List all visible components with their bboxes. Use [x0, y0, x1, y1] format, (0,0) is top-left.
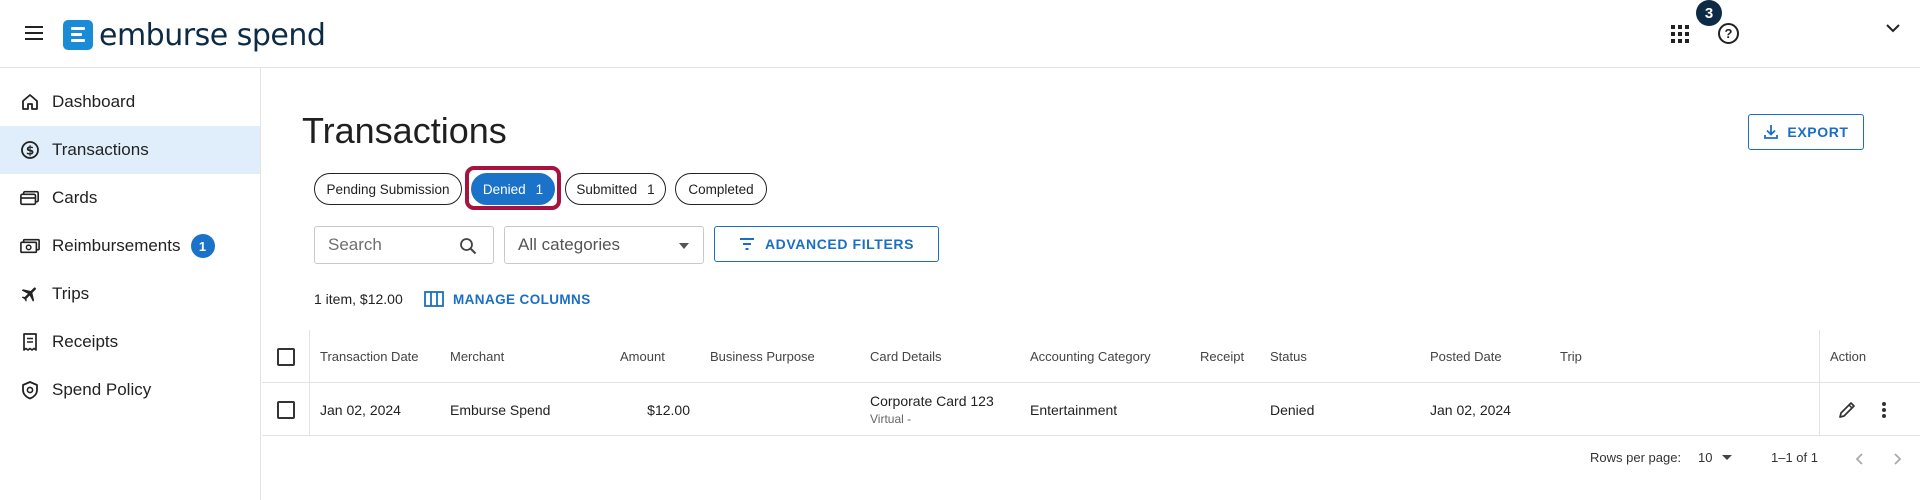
sidebar-item-transactions[interactable]: $ Transactions	[0, 126, 260, 174]
sidebar-item-label: Receipts	[52, 332, 119, 351]
caret-down-icon	[1722, 455, 1733, 460]
dollar-circle-icon: $	[20, 140, 40, 160]
row-checkbox-cell	[277, 383, 295, 436]
advanced-filters-label: ADVANCED FILTERS	[764, 236, 915, 252]
cell-action	[1836, 383, 1858, 436]
hamburger-menu-icon[interactable]	[22, 22, 50, 46]
category-select[interactable]: All categories	[504, 226, 704, 264]
cell-merchant: Emburse Spend	[450, 401, 551, 418]
shield-icon	[20, 380, 40, 400]
edit-pencil-icon[interactable]	[1836, 399, 1858, 421]
column-header[interactable]: Card Details	[870, 330, 942, 383]
filter-icon	[739, 238, 754, 250]
column-header[interactable]: Posted Date	[1430, 330, 1502, 383]
sidebar-item-label: Trips	[52, 284, 90, 303]
sidebar-item-label: Reimbursements	[52, 236, 181, 255]
column-header[interactable]: Receipt	[1200, 330, 1244, 383]
rows-per-page-label: Rows per page:	[1590, 450, 1682, 465]
columns-icon	[424, 291, 444, 307]
column-header[interactable]: Merchant	[450, 330, 504, 383]
sidebar-item-spend-policy[interactable]: Spend Policy	[0, 366, 260, 414]
caret-down-icon	[679, 243, 689, 249]
sidebar-item-label: Cards	[52, 188, 98, 207]
select-all-checkbox-cell	[277, 330, 295, 383]
card-name: Corporate Card 123	[870, 393, 994, 409]
home-icon	[20, 92, 40, 112]
advanced-filters-button[interactable]: ADVANCED FILTERS	[714, 226, 939, 262]
chip-pending-submission[interactable]: Pending Submission	[314, 173, 462, 205]
chip-submitted[interactable]: Submitted 1	[565, 173, 666, 205]
chip-label: Pending Submission	[326, 181, 450, 197]
cell-posted-date: Jan 02, 2024	[1430, 401, 1511, 418]
airplane-icon	[20, 284, 40, 304]
chip-label: Denied	[482, 181, 526, 197]
cell-more	[1873, 383, 1895, 436]
table-row[interactable]: Jan 02, 2024 Emburse Spend $12.00 Corpor…	[262, 383, 1920, 436]
rows-per-page-select[interactable]: 10	[1698, 450, 1733, 465]
sidebar-item-label: Dashboard	[52, 92, 136, 111]
column-header[interactable]: Accounting Category	[1030, 330, 1151, 383]
next-page-icon[interactable]	[1890, 452, 1904, 466]
sidebar-item-trips[interactable]: Trips	[0, 270, 260, 318]
chip-completed[interactable]: Completed	[675, 173, 767, 205]
search-icon[interactable]	[459, 237, 477, 255]
reimbursements-count-badge: 1	[190, 234, 215, 258]
sidebar-item-reimbursements[interactable]: Reimbursements 1	[0, 222, 260, 270]
chip-count: 1	[535, 181, 544, 197]
search-input[interactable]	[328, 235, 458, 255]
chip-label: Submitted	[576, 181, 638, 197]
previous-page-icon[interactable]	[1853, 452, 1867, 466]
notification-count-badge[interactable]: 3	[1696, 0, 1722, 26]
sidebar-item-receipts[interactable]: Receipts	[0, 318, 260, 366]
sidebar-item-label: Transactions	[52, 140, 149, 159]
sidebar-item-dashboard[interactable]: Dashboard	[0, 78, 260, 126]
results-summary: 1 item, $12.00	[314, 291, 403, 307]
apps-grid-icon[interactable]	[1671, 25, 1689, 43]
export-button[interactable]: EXPORT	[1748, 114, 1864, 150]
cell-status: Denied	[1270, 401, 1315, 418]
chevron-down-icon[interactable]	[1883, 18, 1903, 38]
help-icon[interactable]: ?	[1718, 23, 1739, 44]
column-header: Action	[1830, 349, 1867, 364]
sidebar-item-label: Spend Policy	[52, 380, 152, 399]
column-header[interactable]: Transaction Date	[320, 330, 419, 383]
cell-card-details: Corporate Card 123 Virtual -	[870, 383, 994, 436]
receipt-icon	[20, 332, 40, 352]
logo-text: emburse spend	[99, 17, 326, 53]
row-checkbox[interactable]	[277, 400, 295, 419]
top-header: emburse spend 3 ?	[0, 0, 1920, 68]
cards-icon	[20, 188, 40, 208]
column-header[interactable]: Business Purpose	[710, 330, 815, 383]
manage-columns-button[interactable]: MANAGE COLUMNS	[424, 291, 591, 307]
svg-text:$: $	[26, 144, 34, 158]
card-type: Virtual -	[870, 412, 912, 426]
export-label: EXPORT	[1787, 124, 1849, 140]
table-header: Transaction Date Merchant Amount Busines…	[262, 330, 1920, 383]
manage-columns-label: MANAGE COLUMNS	[453, 291, 591, 307]
chip-denied[interactable]: Denied 1	[471, 173, 555, 205]
search-box	[314, 226, 494, 264]
cell-accounting-category: Entertainment	[1030, 401, 1118, 418]
cell-transaction-date: Jan 02, 2024	[320, 401, 401, 418]
select-all-checkbox[interactable]	[277, 347, 295, 366]
chip-label: Completed	[688, 181, 754, 197]
category-select-value: All categories	[518, 235, 621, 254]
column-header[interactable]: Amount	[620, 330, 665, 383]
chip-count: 1	[647, 181, 655, 197]
sidebar-item-cards[interactable]: Cards	[0, 174, 260, 222]
emburse-logo-icon	[63, 20, 93, 50]
pagination-range: 1–1 of 1	[1771, 450, 1818, 465]
cash-icon	[20, 236, 40, 256]
page-title: Transactions	[302, 110, 507, 151]
more-vertical-icon[interactable]	[1873, 399, 1895, 421]
sidebar: Dashboard $ Transactions Cards Reimburse…	[0, 68, 261, 500]
column-header[interactable]: Trip	[1560, 330, 1582, 383]
cell-amount: $12.00	[647, 401, 690, 418]
logo[interactable]: emburse spend	[63, 17, 326, 53]
column-header[interactable]: Status	[1270, 330, 1307, 383]
download-icon	[1764, 125, 1779, 139]
rows-per-page-value: 10	[1698, 450, 1713, 465]
